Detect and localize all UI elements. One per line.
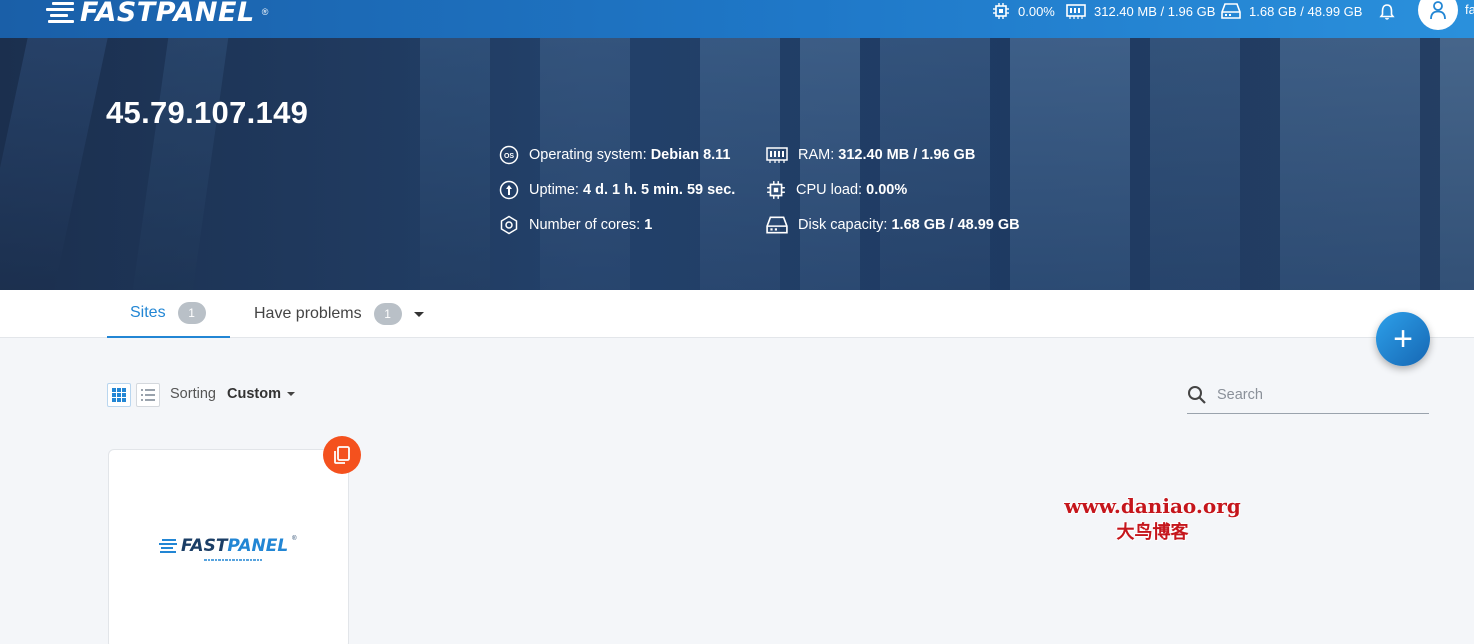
os-value: Debian 8.11 — [650, 147, 731, 163]
os-info: OS Operating system: Debian 8.11 — [499, 144, 731, 166]
cpu-label: CPU load: — [796, 182, 863, 198]
tab-have-problems-label: Have problems — [254, 305, 362, 322]
tabs-bar: Sites 1 Have problems 1 — [0, 290, 1474, 338]
search-input[interactable] — [1217, 386, 1417, 403]
list-icon — [141, 389, 155, 401]
watermark: www.daniao.org 大鸟博客 — [1040, 494, 1265, 544]
disk-info-value: 1.68 GB / 48.99 GB — [891, 217, 1020, 233]
watermark-url: www.daniao.org — [1064, 494, 1241, 518]
uptime-label: Uptime: — [529, 182, 579, 198]
chevron-down-icon — [286, 392, 295, 396]
ram-label: RAM: — [798, 147, 835, 163]
fastpanel-logo[interactable]: FASTPANEL ® — [46, 0, 268, 30]
logo-lines-icon — [46, 1, 74, 23]
copy-icon — [334, 446, 350, 464]
tab-have-problems[interactable]: Have problems 1 — [254, 290, 424, 338]
cores-value: 1 — [644, 217, 653, 233]
add-site-button[interactable]: + — [1376, 312, 1430, 366]
cpu-icon — [767, 181, 785, 199]
search-box — [1187, 376, 1429, 414]
search-icon[interactable] — [1187, 385, 1207, 405]
sorting-dropdown[interactable]: Custom — [227, 386, 295, 402]
site-card-logo: FASTPANEL ® — [159, 536, 297, 556]
disk-icon — [1221, 3, 1241, 19]
tab-have-problems-count: 1 — [373, 303, 402, 325]
ram-icon — [766, 147, 788, 163]
cpu-info-value: 0.00% — [866, 182, 908, 198]
os-icon: OS — [499, 145, 519, 165]
site-card-logo-text: FASTPANEL — [181, 536, 289, 556]
server-info-banner: 45.79.107.149 OS Operating system: Debia… — [0, 38, 1474, 290]
svg-text:OS: OS — [504, 153, 514, 160]
top-bar: FASTPANEL ® 0.00% 312.40 MB / 1.96 GB 1.… — [0, 0, 1474, 38]
cpu-info: CPU load: 0.00% — [766, 179, 907, 201]
os-label: Operating system: — [529, 147, 647, 163]
tab-sites-count: 1 — [177, 302, 206, 324]
watermark-text: 大鸟博客 — [1116, 522, 1189, 543]
ram-value: 312.40 MB / 1.96 GB — [1094, 3, 1216, 19]
disk-icon — [766, 216, 788, 234]
user-avatar[interactable] — [1418, 0, 1458, 30]
cpu-icon — [993, 3, 1009, 19]
notifications-bell-icon[interactable] — [1378, 3, 1396, 26]
uptime-value: 4 d. 1 h. 5 min. 59 sec. — [583, 182, 736, 198]
uptime-info: Uptime: 4 d. 1 h. 5 min. 59 sec. — [499, 179, 735, 201]
ram-info: RAM: 312.40 MB / 1.96 GB — [766, 144, 975, 166]
ram-stat: 312.40 MB / 1.96 GB — [1066, 2, 1215, 20]
ram-icon — [1066, 4, 1086, 19]
tab-sites[interactable]: Sites 1 — [107, 290, 230, 338]
cpu-stat: 0.00% — [992, 2, 1055, 20]
cores-label: Number of cores: — [529, 217, 641, 233]
ram-info-value: 312.40 MB / 1.96 GB — [838, 147, 976, 163]
disk-value: 1.68 GB / 48.99 GB — [1249, 3, 1363, 19]
cores-icon — [500, 215, 518, 235]
user-icon — [1430, 1, 1446, 20]
logo-text: FASTPANEL — [80, 0, 255, 28]
copy-site-button[interactable] — [323, 436, 361, 474]
sorting-value: Custom — [227, 386, 281, 402]
site-card-logo-mark: ® — [292, 536, 297, 542]
disk-stat: 1.68 GB / 48.99 GB — [1221, 2, 1362, 20]
logo-registered-mark: ® — [261, 7, 269, 17]
grid-view-button[interactable] — [107, 383, 131, 407]
cores-info: Number of cores: 1 — [499, 214, 652, 236]
logo-lines-icon — [159, 539, 177, 553]
disk-label: Disk capacity: — [798, 217, 888, 233]
tab-sites-label: Sites — [130, 304, 166, 321]
grid-icon — [112, 388, 126, 402]
user-name[interactable]: fa — [1465, 2, 1474, 17]
server-ip: 45.79.107.149 — [106, 95, 309, 130]
uptime-icon — [499, 180, 519, 200]
disk-info: Disk capacity: 1.68 GB / 48.99 GB — [766, 214, 1020, 236]
chevron-down-icon[interactable] — [413, 311, 424, 317]
site-card[interactable]: FASTPANEL ® — [108, 449, 349, 644]
cpu-value: 0.00% — [1018, 3, 1055, 19]
list-view-button[interactable] — [136, 383, 160, 407]
site-card-subtitle-scribble — [204, 558, 262, 564]
sorting-label: Sorting — [170, 386, 216, 402]
